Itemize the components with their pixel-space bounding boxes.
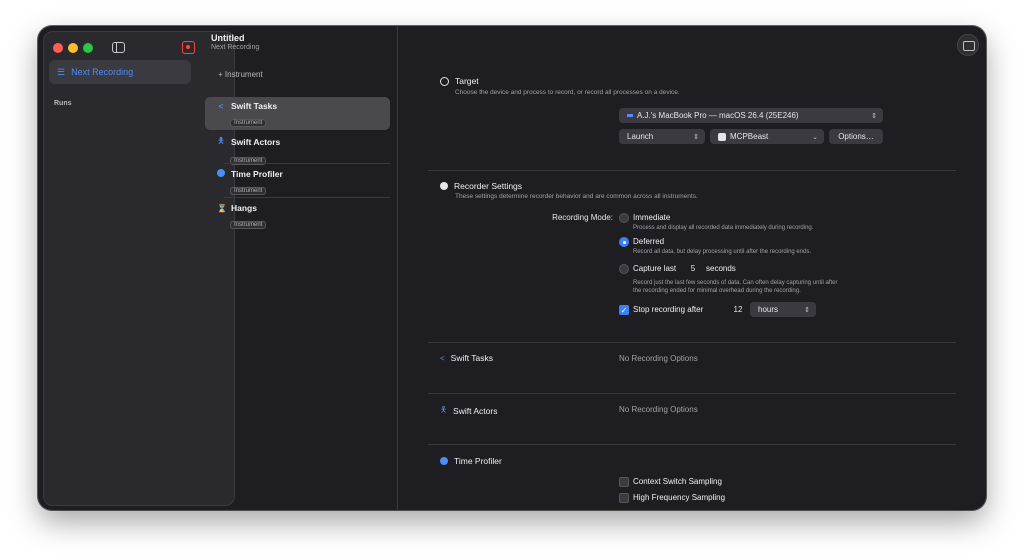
recording-options-panel: Target Choose the device and process to … bbox=[398, 26, 986, 510]
high-frequency-label: High Frequency Sampling bbox=[633, 493, 726, 502]
recorder-section-title: Recorder Settings bbox=[440, 181, 522, 191]
instrument-badge: Instrument bbox=[230, 187, 267, 195]
section-divider bbox=[428, 393, 956, 394]
chevron-updown-icon: ⇕ bbox=[693, 133, 699, 141]
section-title-text: Swift Actors bbox=[453, 406, 498, 416]
launch-popup[interactable]: Launch ⇕ bbox=[619, 129, 705, 144]
immediate-option-description: Process and display all recorded data im… bbox=[633, 225, 814, 231]
laptop-icon bbox=[627, 114, 633, 117]
target-app-value: MCPBeast bbox=[730, 132, 769, 141]
context-switch-checkbox[interactable] bbox=[619, 477, 629, 487]
app-icon bbox=[718, 132, 726, 141]
instrument-list-panel: Untitled Next Recording + Instrument < S… bbox=[198, 26, 397, 510]
time-profiler-icon bbox=[440, 457, 448, 465]
launch-value: Launch bbox=[627, 132, 654, 141]
zoom-window-button[interactable] bbox=[83, 43, 93, 53]
divider bbox=[224, 197, 390, 198]
crosshair-icon bbox=[440, 76, 449, 86]
deferred-option-description: Record all data, but delay processing un… bbox=[633, 249, 812, 255]
device-popup[interactable]: A.J.'s MacBook Pro — macOS 26.4 (25E246)… bbox=[619, 108, 883, 123]
divider bbox=[224, 163, 390, 164]
section-title-text: Target bbox=[455, 76, 479, 86]
record-button[interactable] bbox=[182, 41, 195, 54]
minimize-window-button[interactable] bbox=[68, 43, 78, 53]
document-subtitle: Next Recording bbox=[211, 44, 260, 51]
capture-last-label: Capture last bbox=[633, 264, 677, 273]
section-title-text: Swift Tasks bbox=[450, 353, 494, 363]
instrument-badge: Instrument bbox=[230, 221, 267, 229]
swift-tasks-section-title: < Swift Tasks bbox=[440, 353, 493, 363]
immediate-radio[interactable] bbox=[619, 213, 629, 223]
instrument-name: Time Profiler bbox=[231, 169, 283, 179]
capture-seconds-field[interactable]: 5 bbox=[685, 264, 701, 273]
options-button[interactable]: Options… bbox=[829, 129, 883, 144]
target-section-description: Choose the device and process to record,… bbox=[455, 89, 680, 96]
swift-actors-icon: 🯅 bbox=[440, 405, 448, 414]
swift-tasks-no-options: No Recording Options bbox=[619, 354, 698, 363]
swift-tasks-icon: < bbox=[440, 353, 445, 363]
high-frequency-checkbox[interactable] bbox=[619, 493, 629, 503]
section-divider bbox=[428, 342, 956, 343]
instrument-name: Swift Actors bbox=[231, 137, 281, 147]
close-window-button[interactable] bbox=[53, 43, 63, 53]
section-title-text: Time Profiler bbox=[454, 456, 502, 466]
inspector-toggle-button[interactable] bbox=[957, 34, 979, 56]
instrument-item-hangs[interactable]: ⌛ Hangs Instrument bbox=[205, 199, 390, 232]
context-switch-label: Context Switch Sampling bbox=[633, 477, 722, 486]
gauge-icon bbox=[440, 182, 448, 190]
swift-tasks-icon: < bbox=[218, 101, 224, 111]
stop-recording-checkbox[interactable]: ✓ bbox=[619, 305, 629, 315]
deferred-option-title: Deferred bbox=[633, 237, 665, 246]
add-instrument-button[interactable]: + Instrument bbox=[218, 70, 263, 79]
section-divider bbox=[428, 170, 956, 171]
stop-recording-unit: hours bbox=[758, 305, 779, 314]
section-divider bbox=[428, 444, 956, 445]
stop-recording-value-field[interactable]: 12 bbox=[728, 305, 748, 314]
immediate-option-title: Immediate bbox=[633, 213, 671, 222]
instrument-badge: Instrument bbox=[230, 119, 267, 127]
capture-description-line2: the recording ended for minimal overhead… bbox=[633, 288, 801, 294]
chevron-updown-icon: ⇕ bbox=[804, 306, 810, 314]
capture-seconds-unit: seconds bbox=[706, 264, 736, 273]
list-icon: ☰ bbox=[57, 66, 66, 77]
instruments-window: ☰ Next Recording Runs Untitled Next Reco… bbox=[38, 26, 986, 510]
recording-mode-label: Recording Mode: bbox=[552, 213, 613, 222]
time-profiler-section-title: Time Profiler bbox=[440, 456, 502, 466]
instrument-name: Swift Tasks bbox=[231, 101, 278, 111]
instrument-name: Hangs bbox=[231, 203, 257, 213]
recorder-section-description: These settings determine recorder behavi… bbox=[455, 193, 698, 200]
hourglass-icon: ⌛ bbox=[217, 203, 227, 213]
chevron-updown-icon: ⇕ bbox=[871, 112, 877, 120]
deferred-radio[interactable] bbox=[619, 237, 629, 247]
target-section-title: Target bbox=[440, 76, 479, 86]
device-value: A.J.'s MacBook Pro — macOS 26.4 (25E246) bbox=[637, 111, 799, 120]
capture-description-line1: Record just the last few seconds of data… bbox=[633, 280, 838, 286]
stop-recording-label: Stop recording after bbox=[633, 305, 704, 314]
document-title: Untitled bbox=[211, 33, 245, 43]
chevron-down-icon: ⌄ bbox=[812, 133, 818, 141]
sidebar-item-next-recording[interactable]: ☰ Next Recording bbox=[49, 60, 191, 84]
instrument-item-swift-actors[interactable]: 🯅 Swift Actors Instrument bbox=[205, 131, 390, 165]
instrument-item-time-profiler[interactable]: Time Profiler Instrument bbox=[205, 165, 390, 198]
sidebar-item-label: Next Recording bbox=[71, 67, 134, 77]
stop-recording-unit-popup[interactable]: hours ⇕ bbox=[750, 302, 816, 317]
section-title-text: Recorder Settings bbox=[454, 181, 523, 191]
instrument-item-swift-tasks[interactable]: < Swift Tasks Instrument bbox=[205, 97, 390, 130]
sidebar-toggle-icon[interactable] bbox=[112, 42, 125, 53]
swift-actors-section-title: 🯅 Swift Actors bbox=[440, 404, 497, 418]
runs-section-label: Runs bbox=[54, 100, 72, 107]
target-app-popup[interactable]: MCPBeast ⌄ bbox=[710, 129, 824, 144]
swift-actors-no-options: No Recording Options bbox=[619, 405, 698, 414]
capture-last-radio[interactable] bbox=[619, 264, 629, 274]
time-profiler-icon bbox=[217, 169, 225, 179]
swift-actors-icon: 🯅 bbox=[217, 136, 225, 145]
